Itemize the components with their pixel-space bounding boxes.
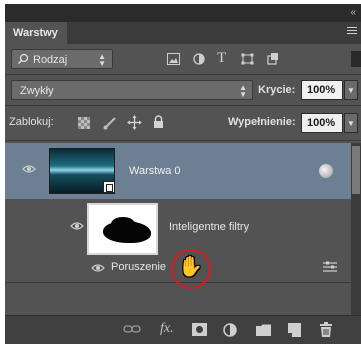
filter-mask-thumbnail[interactable] <box>87 203 158 255</box>
image-filter-icon[interactable] <box>167 53 180 65</box>
tab-bar: Warstwy <box>5 22 361 44</box>
layers-bottom-toolbar: fx. <box>5 315 361 344</box>
new-group-icon[interactable] <box>256 324 271 336</box>
blend-mode-select[interactable]: Zwykły ▲ ▼ <box>11 80 253 100</box>
layers-panel: « Warstwy Rodzaj ▲ ▼ T Zwykły ▲ ▼ Krycie… <box>5 4 361 344</box>
shape-filter-icon[interactable] <box>241 53 254 65</box>
blend-row: Zwykły ▲ ▼ Krycie: 100% ▼ <box>5 75 361 105</box>
trash-icon[interactable] <box>320 322 332 337</box>
eye-icon[interactable] <box>91 263 105 273</box>
opacity-label: Krycie: <box>258 84 296 96</box>
smart-object-icon <box>103 181 115 193</box>
fill-dropdown-button[interactable]: ▼ <box>344 113 358 133</box>
smart-filters-label[interactable]: Inteligentne filtry <box>169 221 249 233</box>
eye-icon[interactable] <box>22 164 36 174</box>
mask-shape <box>111 217 135 231</box>
fx-icon[interactable]: fx. <box>160 322 174 336</box>
chevron-updown-icon: ▲ ▼ <box>98 52 106 68</box>
kind-filter-value: Rodzaj <box>33 54 68 66</box>
lock-all-icon[interactable] <box>153 115 164 129</box>
filter-blending-options-icon[interactable] <box>323 261 337 273</box>
chevron-updown-icon: ▲ ▼ <box>239 83 247 99</box>
filter-toggle-switch[interactable] <box>351 51 361 67</box>
blend-mode-value: Zwykły <box>20 85 54 97</box>
panel-menu-icon[interactable] <box>347 27 357 36</box>
opacity-dropdown-button[interactable]: ▼ <box>344 80 358 100</box>
panel-title-strip: « <box>5 4 361 22</box>
type-filter-icon[interactable]: T <box>217 50 226 67</box>
adjustment-layer-icon[interactable] <box>223 323 237 337</box>
divider <box>5 140 361 141</box>
lock-position-icon[interactable] <box>127 115 142 130</box>
layer-name[interactable]: Warstwa 0 <box>129 165 181 177</box>
filter-name[interactable]: Poruszenie <box>111 261 166 273</box>
smart-object-filter-icon[interactable] <box>267 52 279 65</box>
filter-row: Rodzaj ▲ ▼ T <box>5 44 361 74</box>
hand-cursor-icon: ✋ <box>178 256 203 278</box>
fill-input[interactable]: 100% <box>301 113 343 133</box>
smart-filter-icon[interactable] <box>319 164 333 178</box>
collapse-panel-button[interactable]: « <box>350 7 355 18</box>
eye-icon[interactable] <box>70 221 84 231</box>
tab-layers[interactable]: Warstwy <box>5 22 67 44</box>
search-icon <box>17 53 29 65</box>
add-mask-icon[interactable] <box>192 323 207 336</box>
lock-image-icon[interactable] <box>103 116 117 130</box>
link-layers-icon[interactable] <box>123 323 141 335</box>
kind-filter-select[interactable]: Rodzaj ▲ ▼ <box>11 49 113 69</box>
fill-label: Wypełnienie: <box>228 116 296 128</box>
opacity-input[interactable]: 100% <box>301 80 343 100</box>
lock-transparent-icon[interactable] <box>78 117 90 129</box>
new-layer-icon[interactable] <box>288 323 301 337</box>
scrollbar-thumb[interactable] <box>352 146 360 194</box>
adjustment-filter-icon[interactable] <box>193 53 205 65</box>
lock-row: Zablokuj: Wypełnienie: 100% ▼ <box>5 106 361 139</box>
lock-label: Zablokuj: <box>9 116 54 128</box>
